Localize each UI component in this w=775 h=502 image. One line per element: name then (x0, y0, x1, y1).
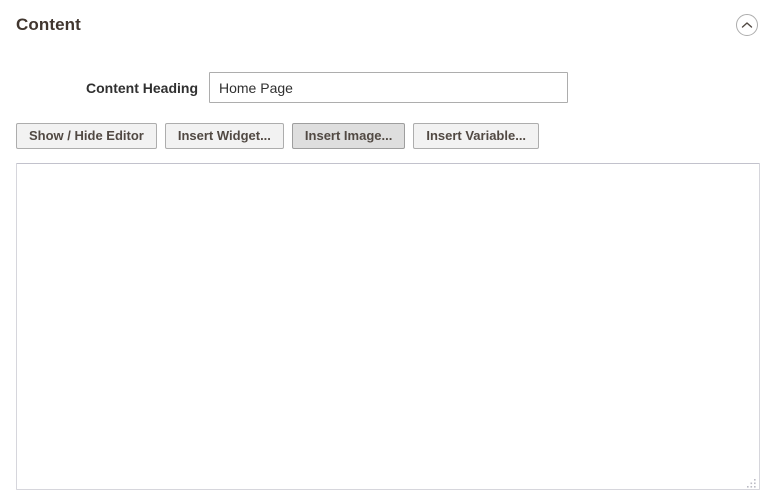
page-title: Content (16, 15, 81, 34)
insert-widget-button[interactable]: Insert Widget... (164, 123, 284, 149)
insert-variable-button[interactable]: Insert Variable... (413, 123, 540, 149)
content-heading-label: Content Heading (86, 80, 198, 96)
content-heading-field-row: Content Heading (0, 72, 775, 106)
section-header: Content (0, 0, 775, 50)
content-section: Content Content Heading Show / Hide Edit… (0, 0, 775, 502)
show-hide-editor-button[interactable]: Show / Hide Editor (16, 123, 157, 149)
editor-textarea-wrapper (16, 163, 760, 490)
collapse-section-button[interactable] (736, 14, 758, 36)
content-editor-textarea[interactable] (16, 163, 760, 490)
insert-image-button[interactable]: Insert Image... (291, 123, 406, 149)
editor-toolbar: Show / Hide Editor Insert Widget... Inse… (16, 123, 540, 149)
content-heading-input[interactable] (209, 72, 568, 103)
